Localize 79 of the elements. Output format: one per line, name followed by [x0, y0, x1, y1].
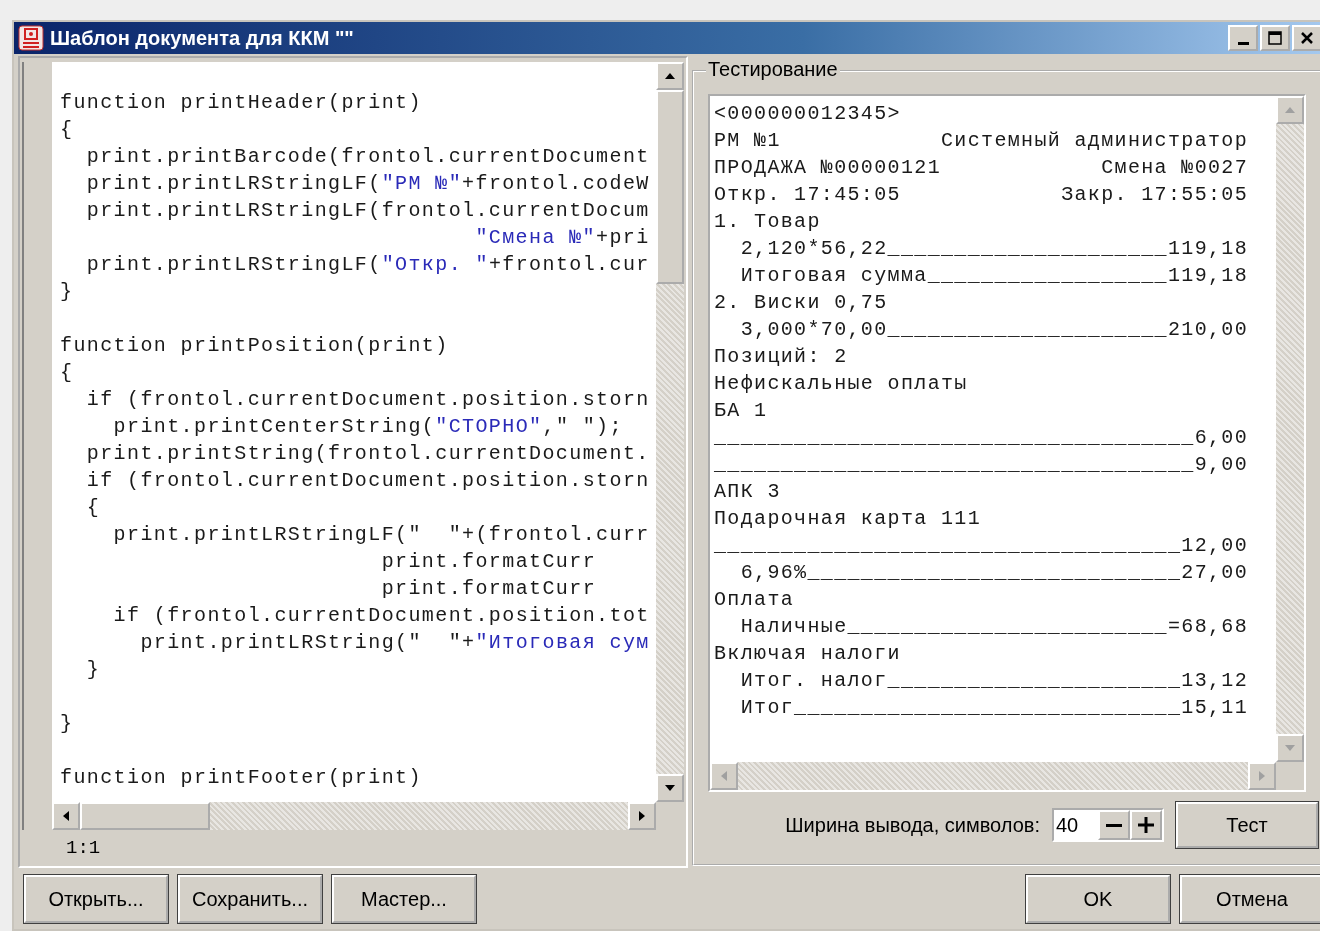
receipt-line: ___________________________________12,00: [714, 533, 1249, 559]
receipt-line: Итог_____________________________15,11: [739, 695, 1249, 721]
code-line: function printPosition(print): [59, 333, 449, 359]
code-line: print.printLRStringLF(" "+(frontol.curr: [112, 522, 650, 548]
down-arrow-icon: [1284, 744, 1296, 752]
receipt-line: Итог. налог______________________13,12: [739, 668, 1249, 694]
code-line: print.printLRString(" "+"Итоговая сум: [139, 630, 650, 656]
receipt-line: ____________________________________9,00: [714, 452, 1249, 478]
code-line: print.printLRStringLF("РМ №"+frontol.codeW: [85, 171, 650, 197]
action-button[interactable]: Открыть...: [24, 875, 168, 923]
width-label: Ширина вывода, символов:: [785, 813, 1040, 837]
scroll-down-button[interactable]: [656, 774, 684, 802]
receipt-line: Позиций: 2: [714, 344, 848, 370]
code-line: print.printLRStringLF(frontol.currentDocum: [85, 198, 650, 224]
receipt-line: ПРОДАЖА №00000121 Смена №0027: [714, 155, 1249, 181]
left-arrow-icon: [62, 810, 70, 822]
action-button[interactable]: Мастер...: [332, 875, 476, 923]
code-line: print.formatCurr: [380, 576, 597, 602]
code-editor[interactable]: [52, 62, 656, 802]
up-arrow-icon: [1284, 106, 1296, 114]
code-line: "Смена №"+pri: [474, 225, 650, 251]
receipt-line: Подарочная карта 111: [714, 506, 982, 532]
code-line: }: [85, 657, 101, 683]
receipt-line: <000000012345>: [714, 101, 901, 127]
code-line: }: [59, 711, 74, 737]
test-button[interactable]: Тест: [1176, 802, 1318, 848]
scroll-up-button[interactable]: [656, 62, 684, 90]
code-line: print.printBarcode(frontol.currentDocument: [85, 144, 650, 170]
code-line: print.formatCurr: [380, 549, 597, 575]
receipt-line: Оплата: [714, 587, 795, 613]
receipt-line: 1. Товар: [714, 209, 821, 235]
scroll-thumb[interactable]: [656, 90, 684, 284]
maximize-icon: [1267, 30, 1283, 46]
code-line: if (frontol.currentDocument.position.tot: [112, 603, 650, 629]
receipt-line: АПК 3: [714, 479, 781, 505]
receipt-line: Откр. 17:45:05 Закр. 17:55:05: [714, 182, 1249, 208]
close-button[interactable]: [1292, 25, 1320, 51]
receipt-line: 3,000*70,00_____________________210,00: [739, 317, 1249, 343]
code-line: if (frontol.currentDocument.position.storn: [85, 468, 650, 494]
receipt-line: Наличные________________________=68,68: [739, 614, 1249, 640]
receipt-line: Нефискальные оплаты: [714, 371, 968, 397]
horizontal-scrollbar[interactable]: [52, 802, 656, 830]
code-line: {: [85, 495, 101, 521]
app-icon: [18, 25, 44, 51]
right-arrow-icon: [638, 810, 646, 822]
code-line: }: [59, 279, 74, 305]
action-button[interactable]: Сохранить...: [178, 875, 322, 923]
minimize-icon: [1237, 41, 1249, 45]
down-arrow-icon: [664, 784, 676, 792]
code-line: function printHeader(print): [59, 90, 422, 116]
maximize-button[interactable]: [1260, 25, 1290, 51]
scroll-left-button[interactable]: [52, 802, 80, 830]
dialog-button[interactable]: OK: [1026, 875, 1170, 923]
receipt-line: ____________________________________6,00: [714, 425, 1249, 451]
close-icon: [1299, 30, 1315, 46]
up-arrow-icon: [664, 72, 676, 80]
receipt-line: РМ №1 Системный администратор: [714, 128, 1249, 154]
dialog-button[interactable]: Отмена: [1180, 875, 1320, 923]
receipt-line: Итоговая сумма__________________119,18: [739, 263, 1249, 289]
vertical-scrollbar[interactable]: [656, 62, 684, 802]
minimize-button[interactable]: [1228, 25, 1258, 51]
receipt-line: 6,96%____________________________27,00: [739, 560, 1249, 586]
code-line: {: [59, 360, 74, 386]
receipt-line: БА 1: [714, 398, 768, 424]
cursor-position: 1:1: [66, 837, 101, 859]
code-line: {: [59, 117, 74, 143]
receipt-line: 2,120*56,22_____________________119,18: [739, 236, 1249, 262]
right-arrow-icon: [1258, 770, 1266, 782]
receipt-line: Включая налоги: [714, 641, 901, 667]
scroll-thumb[interactable]: [80, 802, 210, 830]
window-title: Шаблон документа для ККМ "": [50, 26, 355, 50]
code-line: print.printLRStringLF("Откр. "+frontol.cur: [85, 252, 650, 278]
scroll-right-button[interactable]: [628, 802, 656, 830]
receipt-line: 2. Виски 0,75: [714, 290, 888, 316]
code-line: print.printCenterString("СТОРНО"," ");: [112, 414, 623, 440]
code-line: function printFooter(print): [59, 765, 422, 791]
left-arrow-icon: [720, 770, 728, 782]
code-line: print.printString(frontol.currentDocument.: [85, 441, 650, 467]
code-line: if (frontol.currentDocument.position.storn: [85, 387, 650, 413]
